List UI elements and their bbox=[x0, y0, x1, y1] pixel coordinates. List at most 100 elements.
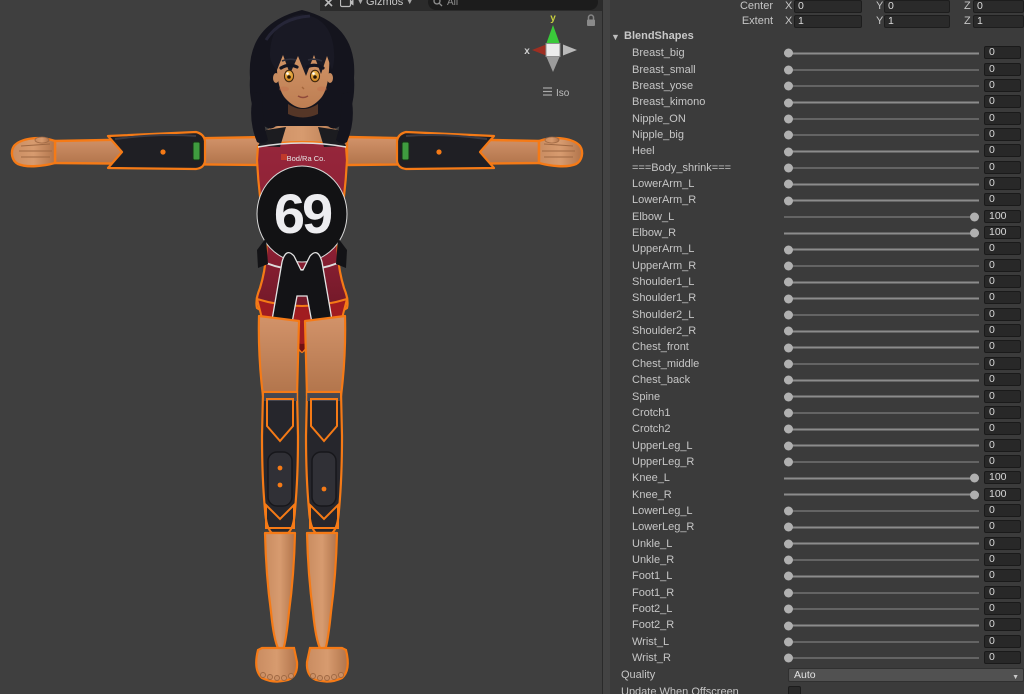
slider-track[interactable] bbox=[784, 216, 979, 218]
blendshape-value-field[interactable]: 0 bbox=[984, 340, 1021, 354]
blendshape-value-field[interactable]: 0 bbox=[984, 503, 1021, 517]
slider-knob[interactable] bbox=[784, 604, 793, 614]
slider-knob[interactable] bbox=[784, 588, 793, 598]
blendshape-slider[interactable] bbox=[784, 65, 979, 75]
slider-track[interactable] bbox=[784, 559, 979, 561]
slider-track[interactable] bbox=[784, 379, 979, 382]
slider-track[interactable] bbox=[784, 395, 979, 398]
blendshape-slider[interactable] bbox=[784, 163, 979, 173]
blendshape-slider[interactable] bbox=[784, 522, 979, 532]
slider-track[interactable] bbox=[784, 297, 979, 300]
blendshape-slider[interactable] bbox=[784, 48, 979, 58]
quality-dropdown[interactable]: Auto ▼ bbox=[788, 668, 1024, 682]
blendshape-value-field[interactable]: 0 bbox=[984, 193, 1021, 207]
blendshape-value-field[interactable]: 0 bbox=[984, 258, 1021, 272]
slider-knob[interactable] bbox=[784, 48, 793, 58]
camera-dropdown-button[interactable]: ▼ bbox=[340, 0, 364, 11]
blendshape-slider[interactable] bbox=[784, 212, 979, 222]
blendshape-value-field[interactable]: 0 bbox=[984, 405, 1021, 419]
slider-knob[interactable] bbox=[784, 653, 793, 663]
slider-knob[interactable] bbox=[784, 245, 793, 255]
slider-track[interactable] bbox=[784, 363, 979, 365]
slider-track[interactable] bbox=[784, 575, 979, 578]
blendshape-slider[interactable] bbox=[784, 179, 979, 189]
slider-track[interactable] bbox=[784, 461, 979, 463]
slider-knob[interactable] bbox=[784, 637, 793, 647]
slider-knob[interactable] bbox=[784, 98, 793, 107]
slider-knob[interactable] bbox=[784, 147, 793, 157]
slider-knob[interactable] bbox=[970, 212, 979, 222]
slider-knob[interactable] bbox=[784, 130, 793, 140]
slider-knob[interactable] bbox=[970, 228, 979, 238]
blendshape-value-field[interactable]: 0 bbox=[984, 160, 1021, 174]
slider-knob[interactable] bbox=[784, 506, 793, 516]
blendshape-value-field[interactable]: 0 bbox=[984, 144, 1021, 158]
blendshape-slider[interactable] bbox=[784, 359, 979, 369]
orientation-gizmo[interactable]: y x Iso bbox=[518, 8, 590, 100]
blendshape-slider[interactable] bbox=[784, 326, 979, 336]
blendshape-slider[interactable] bbox=[784, 555, 979, 565]
slider-knob[interactable] bbox=[970, 473, 979, 483]
character-model[interactable]: Bod/Ra Co. 69 bbox=[0, 0, 602, 694]
slider-track[interactable] bbox=[784, 624, 979, 627]
blendshape-value-field[interactable]: 0 bbox=[984, 601, 1021, 615]
slider-track[interactable] bbox=[784, 85, 979, 87]
blendshape-slider[interactable] bbox=[784, 457, 979, 467]
slider-track[interactable] bbox=[784, 281, 979, 284]
slider-track[interactable] bbox=[784, 493, 979, 496]
slider-track[interactable] bbox=[784, 52, 979, 55]
slider-knob[interactable] bbox=[784, 310, 793, 320]
slider-track[interactable] bbox=[784, 69, 979, 71]
blendshape-slider[interactable] bbox=[784, 539, 979, 549]
blendshape-value-field[interactable]: 0 bbox=[984, 389, 1021, 403]
blendshape-slider[interactable] bbox=[784, 490, 979, 500]
blendshape-value-field[interactable]: 0 bbox=[984, 177, 1021, 191]
gizmos-dropdown-button[interactable]: Gizmos ▼ bbox=[366, 0, 413, 11]
slider-track[interactable] bbox=[784, 592, 979, 594]
axis-y-cone[interactable] bbox=[546, 25, 560, 43]
blendshape-slider[interactable] bbox=[784, 277, 979, 287]
slider-knob[interactable] bbox=[784, 555, 793, 565]
slider-knob[interactable] bbox=[784, 441, 793, 451]
blendshape-slider[interactable] bbox=[784, 621, 979, 630]
slider-track[interactable] bbox=[784, 477, 979, 480]
slider-knob[interactable] bbox=[784, 163, 793, 173]
slider-knob[interactable] bbox=[784, 424, 793, 434]
blendshape-value-field[interactable]: 100 bbox=[984, 209, 1021, 223]
extent-y-field[interactable]: 1 bbox=[884, 15, 950, 28]
extent-x-field[interactable]: 1 bbox=[794, 15, 862, 28]
scene-view[interactable]: Bod/Ra Co. 69 ▼ Gizmos ▼ All y x Iso bbox=[0, 0, 602, 694]
blendshape-value-field[interactable]: 0 bbox=[984, 651, 1021, 665]
blendshape-value-field[interactable]: 0 bbox=[984, 128, 1021, 142]
blendshape-slider[interactable] bbox=[784, 424, 979, 434]
blendshape-value-field[interactable]: 0 bbox=[984, 454, 1021, 468]
blendshape-slider[interactable] bbox=[784, 245, 979, 255]
blendshape-slider[interactable] bbox=[784, 506, 979, 516]
slider-track[interactable] bbox=[784, 608, 979, 610]
slider-knob[interactable] bbox=[784, 294, 793, 304]
slider-track[interactable] bbox=[784, 657, 979, 659]
slider-track[interactable] bbox=[784, 510, 979, 512]
blendshape-value-field[interactable]: 0 bbox=[984, 95, 1021, 109]
blendshape-slider[interactable] bbox=[784, 375, 979, 385]
blendshape-slider[interactable] bbox=[784, 392, 979, 402]
blendshape-value-field[interactable]: 0 bbox=[984, 78, 1021, 92]
slider-knob[interactable] bbox=[784, 392, 793, 402]
slider-track[interactable] bbox=[784, 248, 979, 251]
blendshape-slider[interactable] bbox=[784, 130, 979, 140]
slider-knob[interactable] bbox=[784, 81, 793, 91]
blendshape-value-field[interactable]: 0 bbox=[984, 324, 1021, 338]
blendshape-slider[interactable] bbox=[784, 653, 979, 663]
slider-track[interactable] bbox=[784, 199, 979, 202]
blendshape-value-field[interactable]: 0 bbox=[984, 520, 1021, 534]
blendshape-value-field[interactable]: 0 bbox=[984, 422, 1021, 436]
blendshape-value-field[interactable]: 0 bbox=[984, 111, 1021, 125]
blendshape-slider[interactable] bbox=[784, 473, 979, 483]
blendshape-value-field[interactable]: 0 bbox=[984, 373, 1021, 387]
axis-right-cone[interactable] bbox=[563, 44, 577, 56]
close-icon[interactable] bbox=[323, 0, 334, 11]
slider-track[interactable] bbox=[784, 428, 979, 431]
slider-track[interactable] bbox=[784, 232, 979, 235]
slider-track[interactable] bbox=[784, 641, 979, 643]
slider-knob[interactable] bbox=[784, 65, 793, 75]
